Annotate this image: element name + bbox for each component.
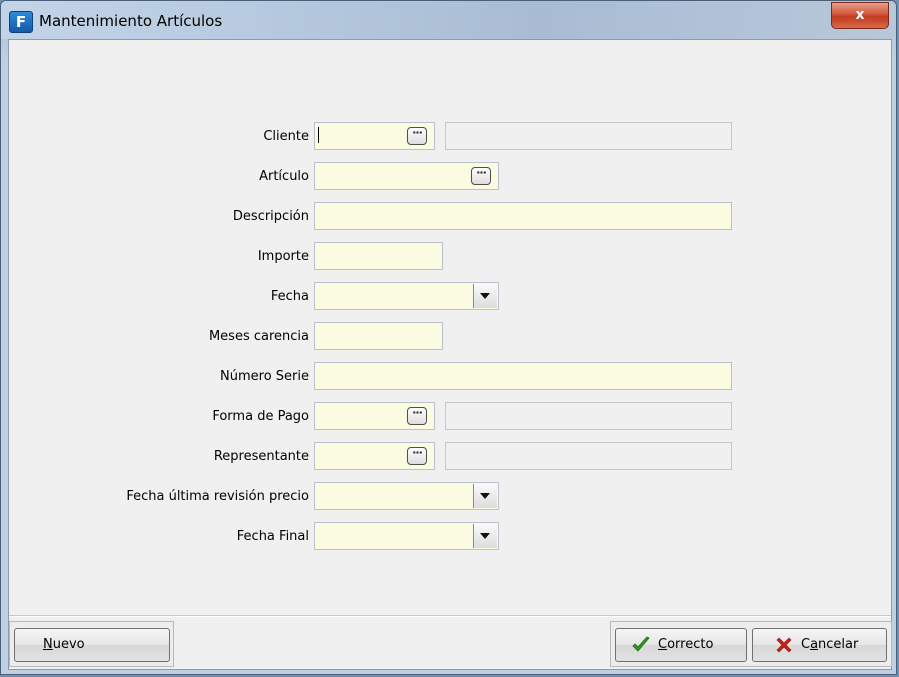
importe-field[interactable] <box>314 242 443 270</box>
correcto-label: orrecto <box>667 637 714 652</box>
numero-serie-field[interactable] <box>314 362 732 390</box>
cancelar-label: ncelar <box>818 637 859 652</box>
text-cursor <box>318 127 319 143</box>
fecha-ultima-revision-field[interactable] <box>314 482 499 510</box>
fecha-final-label: Fecha Final <box>236 529 309 544</box>
fecha-dropdown-button[interactable] <box>473 284 497 308</box>
nuevo-button[interactable]: Nuevo <box>14 628 170 662</box>
title-bar[interactable]: F Mantenimiento Artículos x <box>1 1 896 39</box>
forma-pago-lookup-button[interactable]: ··· <box>407 407 427 425</box>
representante-label: Representante <box>213 449 309 464</box>
fecha-final-dropdown-button[interactable] <box>473 524 497 548</box>
dialog-body: Cliente ··· Artículo ··· Descripción Imp… <box>8 39 892 670</box>
chevron-down-icon <box>480 293 490 299</box>
descripcion-label: Descripción <box>232 209 309 224</box>
fecha-ultima-revision-label: Fecha última revisión precio <box>126 489 309 504</box>
correcto-button[interactable]: Correcto <box>615 628 747 662</box>
chevron-down-icon <box>480 533 490 539</box>
forma-pago-label: Forma de Pago <box>212 409 309 424</box>
articulo-lookup-button[interactable]: ··· <box>471 167 491 185</box>
cancelar-button[interactable]: Cancelar <box>752 628 887 662</box>
footer-separator <box>9 615 891 617</box>
nuevo-label: uevo <box>52 637 85 652</box>
green-checkmark-icon <box>632 636 650 652</box>
cancelar-mnemonic: a <box>810 637 819 652</box>
cliente-label: Cliente <box>263 129 309 144</box>
fecha-final-field[interactable] <box>314 522 499 550</box>
cancelar-label-start: C <box>801 637 811 652</box>
numero-serie-label: Número Serie <box>220 369 309 384</box>
dialog-window: F Mantenimiento Artículos x Cliente ··· … <box>0 0 897 675</box>
cliente-lookup-button[interactable]: ··· <box>407 127 427 145</box>
chevron-down-icon <box>480 493 490 499</box>
representante-lookup-button[interactable]: ··· <box>407 447 427 465</box>
fecha-ultima-revision-dropdown-button[interactable] <box>473 484 497 508</box>
correcto-mnemonic: C <box>658 637 668 652</box>
fecha-label: Fecha <box>270 289 309 304</box>
window-title: Mantenimiento Artículos <box>39 12 223 30</box>
close-button[interactable]: x <box>831 2 889 29</box>
app-logo-icon: F <box>9 11 33 33</box>
fecha-field[interactable] <box>314 282 499 310</box>
meses-carencia-label: Meses carencia <box>208 329 309 344</box>
meses-carencia-field[interactable] <box>314 322 443 350</box>
red-x-icon <box>776 637 792 653</box>
representante-name-field <box>445 442 732 470</box>
descripcion-field[interactable] <box>314 202 732 230</box>
cliente-name-field <box>445 122 732 150</box>
nuevo-mnemonic: N <box>43 637 53 652</box>
importe-label: Importe <box>257 249 309 264</box>
articulo-label: Artículo <box>259 169 309 184</box>
forma-pago-name-field <box>445 402 732 430</box>
